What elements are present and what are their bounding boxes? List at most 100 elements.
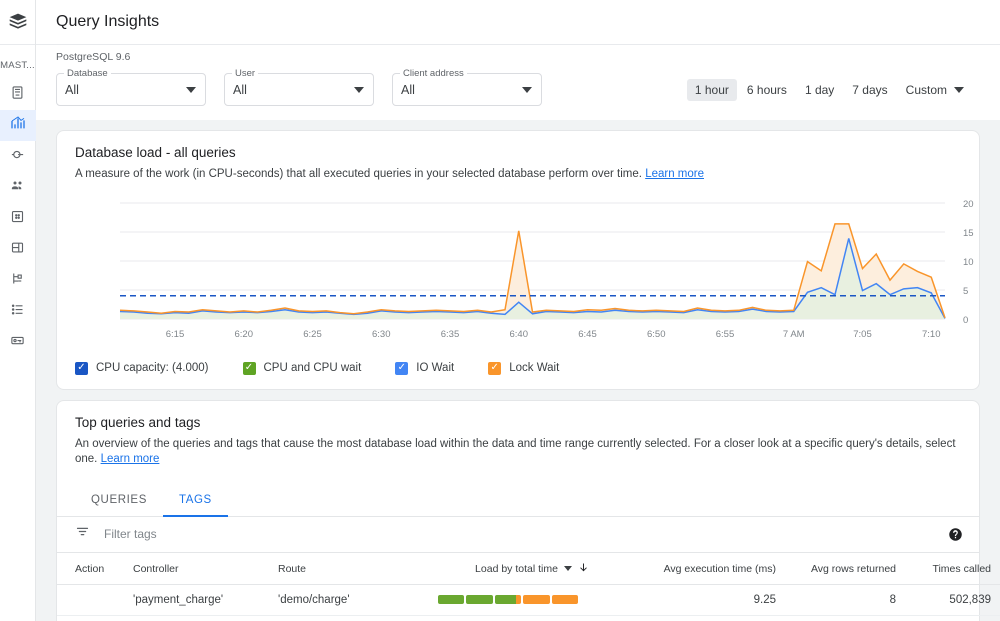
sidebar-item-replicas[interactable] (0, 265, 36, 296)
sidebar-item-users[interactable] (0, 172, 36, 203)
sidebar-item-instances[interactable] (0, 79, 36, 110)
legend-checkbox-io-wait[interactable]: ✓ (395, 361, 409, 375)
top-queries-title: Top queries and tags (75, 414, 201, 430)
column-avg-execution-time[interactable]: Avg execution time (ms) (632, 552, 782, 585)
column-route[interactable]: Route (272, 552, 432, 585)
legend-checkbox-lock-wait[interactable]: ✓ (488, 361, 502, 375)
column-load-label: Load by total time (475, 562, 558, 575)
column-times-called[interactable]: Times called (902, 552, 1000, 585)
database-load-chart[interactable]: 0 5 10 15 20 6:15 6:20 6:25 6:30 6:35 6:40 6:45 6:50… (57, 183, 979, 356)
user-filter-value: All (233, 82, 247, 97)
table-filter-row: Filter tags (57, 517, 979, 553)
sidebar-item-connections[interactable] (0, 141, 36, 172)
sidebar-item-databases[interactable] (0, 203, 36, 234)
cell-controller: 'customer_dashboard' (127, 615, 272, 621)
time-range-1-day[interactable]: 1 day (797, 79, 842, 101)
load-bar-segment (523, 595, 550, 605)
tab-queries[interactable]: QUERIES (75, 484, 163, 517)
queries-tags-tabs: QUERIES TAGS (57, 484, 979, 517)
top-queries-desc-text: An overview of the queries and tags that… (75, 437, 956, 466)
database-filter-select[interactable]: Database All (56, 68, 206, 106)
sort-descending-icon[interactable] (578, 561, 589, 577)
database-load-learn-more-link[interactable]: Learn more (645, 168, 704, 180)
user-filter-select[interactable]: User All (224, 68, 374, 106)
y-axis-tick-label: 10 (963, 257, 974, 268)
x-axis-tick-label: 6:50 (647, 329, 666, 340)
load-segment-lock (515, 595, 522, 605)
top-queries-and-tags-card: Top queries and tags An overview of the … (56, 399, 1000, 621)
table-row[interactable]: 'payment_charge''demo/charge' 9.25 8 502,83… (57, 584, 1000, 616)
cell-avg-execution-time: 9.25 (632, 584, 782, 616)
y-axis-tick-label: 0 (963, 315, 968, 326)
x-axis-tick-label: 7:10 (922, 329, 941, 340)
db-version-label: PostgreSQL 9.6 (56, 51, 131, 63)
sidebar-item-credentials[interactable] (0, 327, 36, 358)
x-axis-tick-label: 6:55 (716, 329, 735, 340)
time-range-7-days[interactable]: 7 days (844, 79, 895, 101)
column-load-by-total-time[interactable]: Load by total time (432, 552, 632, 585)
help-question-icon[interactable] (948, 527, 963, 542)
sidebar-item-operations[interactable] (0, 296, 36, 327)
cell-action (57, 615, 127, 621)
legend-item-cpu-and-cpu-wait[interactable]: ✓ CPU and CPU wait (242, 361, 361, 375)
cell-avg-rows-returned: 8 (782, 584, 902, 616)
tags-table: Action Controller Route Load by total ti… (57, 552, 1000, 621)
column-avg-rows-returned[interactable]: Avg rows returned (782, 552, 902, 585)
x-axis-tick-label: 7 AM (783, 329, 805, 340)
cloud-sql-stack-logo[interactable] (0, 0, 35, 45)
client-address-filter-select[interactable]: Client address All (392, 68, 542, 106)
database-load-description: A measure of the work (in CPU-seconds) t… (75, 167, 961, 183)
legend-checkbox-cpu-capacity[interactable]: ✓ (75, 361, 88, 375)
time-range-1-hour[interactable]: 1 hour (686, 78, 737, 101)
time-range-custom[interactable]: Custom (898, 79, 972, 101)
legend-item-io-wait[interactable]: ✓ IO Wait (395, 361, 455, 375)
legend-label-io-wait: IO Wait (416, 362, 455, 375)
chevron-down-icon (354, 87, 364, 93)
x-axis-tick-label: 6:20 (235, 329, 254, 340)
y-axis-tick-label: 5 (963, 286, 968, 297)
cell-load-bar (432, 584, 632, 616)
legend-item-cpu-capacity[interactable]: ✓ CPU capacity: (4.000) (75, 361, 209, 375)
list-icon (10, 302, 25, 322)
database-load-desc-text: A measure of the work (in CPU-seconds) t… (75, 168, 642, 180)
database-load-title: Database load - all queries (75, 145, 236, 160)
load-bar (438, 595, 579, 605)
load-segment-cpu (494, 595, 516, 605)
database-filter-label: Database (64, 68, 111, 79)
y-axis-tick-label: 15 (963, 228, 974, 239)
tab-tags[interactable]: TAGS (162, 484, 228, 517)
database-filter-value: All (65, 82, 79, 97)
backup-icon (10, 240, 25, 260)
x-axis-tick-label: 6:15 (166, 329, 185, 340)
filter-tags-input[interactable]: Filter tags (104, 527, 157, 541)
load-segment-cpu (438, 595, 465, 605)
cell-times-called: 502,839 (902, 584, 1000, 616)
filter-list-icon[interactable] (75, 524, 90, 544)
chevron-down-icon (954, 86, 964, 93)
chart-legend: ✓ CPU capacity: (4.000) ✓ CPU and CPU wa… (57, 356, 979, 389)
x-axis-tick-label: 6:40 (510, 329, 529, 340)
top-queries-description: An overview of the queries and tags that… (75, 437, 961, 468)
x-axis-tick-label: 7:05 (853, 329, 872, 340)
cell-action (57, 584, 127, 616)
database-instance-icon (10, 85, 25, 105)
legend-item-lock-wait[interactable]: ✓ Lock Wait (488, 361, 559, 375)
chart-insights-icon (10, 115, 26, 136)
column-action[interactable]: Action (57, 552, 127, 585)
sidebar-item-backups[interactable] (0, 234, 36, 265)
key-icon (10, 333, 25, 353)
cell-avg-execution-time: 765.49 (632, 615, 782, 621)
table-row[interactable]: 'customer_dashboard''demo/customer_dashb… (57, 615, 1000, 621)
load-bar-segment (494, 595, 522, 605)
legend-checkbox-cpu-and-cpu-wait[interactable]: ✓ (242, 361, 256, 375)
custom-range-label: Custom (905, 82, 947, 97)
client-address-filter-value: All (401, 82, 415, 97)
top-queries-learn-more-link[interactable]: Learn more (101, 453, 160, 465)
time-range-6-hours[interactable]: 6 hours (739, 79, 795, 101)
sidebar-item-query-insights[interactable] (0, 110, 36, 141)
project-label: MAST... (0, 59, 35, 71)
column-controller[interactable]: Controller (127, 552, 272, 585)
cell-route: 'demo/customer_dashboard' (272, 615, 432, 621)
top-bar: Query Insights (36, 0, 1000, 45)
chevron-down-icon[interactable] (563, 566, 572, 572)
